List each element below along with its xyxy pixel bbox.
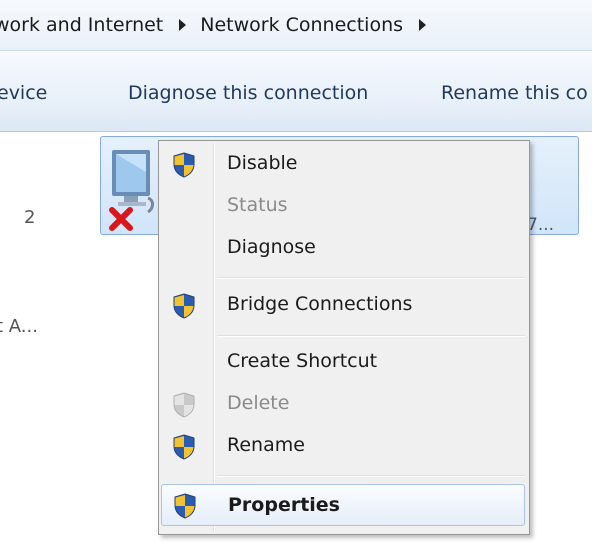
menu-item-properties[interactable]: Properties <box>161 484 525 526</box>
menu-item-label: Bridge Connections <box>227 293 413 315</box>
menu-item-rename[interactable]: Rename <box>161 427 525 465</box>
breadcrumb-arrow-icon[interactable] <box>179 19 187 31</box>
menu-item-label: Status <box>227 194 288 216</box>
context-menu: Disable Status Diagnose Bridge Connectio… <box>158 140 530 535</box>
breadcrumb: work and Internet Network Connections <box>0 13 440 37</box>
toolbar-device-button[interactable]: evice <box>0 82 47 104</box>
menu-item-delete[interactable]: Delete <box>161 385 525 423</box>
address-bar[interactable]: work and Internet Network Connections <box>0 0 592 51</box>
menu-item-diagnose[interactable]: Diagnose <box>161 229 525 267</box>
menu-item-label: Delete <box>227 392 290 414</box>
list-item-text: t A... <box>0 316 38 337</box>
command-toolbar: evice Diagnose this connection Rename th… <box>0 51 592 132</box>
menu-separator <box>217 277 525 279</box>
menu-item-disable[interactable]: Disable <box>161 145 525 183</box>
menu-separator <box>217 475 525 477</box>
rename-connection-button[interactable]: Rename this co <box>441 82 588 104</box>
red-x-icon <box>109 207 133 231</box>
menu-item-create-shortcut[interactable]: Create Shortcut <box>161 343 525 381</box>
menu-item-bridge-connections[interactable]: Bridge Connections <box>161 286 525 324</box>
menu-item-label: Rename <box>227 434 305 456</box>
uac-shield-icon <box>173 152 195 178</box>
menu-item-label: Properties <box>228 494 340 516</box>
connection-detail-text: 7... <box>527 215 555 235</box>
uac-shield-icon <box>173 434 195 460</box>
uac-shield-icon <box>174 493 196 519</box>
uac-shield-icon <box>173 392 195 418</box>
menu-item-label: Disable <box>227 152 298 174</box>
breadcrumb-item-network-connections[interactable]: Network Connections <box>200 14 403 36</box>
menu-separator <box>217 335 525 337</box>
breadcrumb-item-network-and-internet[interactable]: work and Internet <box>0 14 163 36</box>
uac-shield-icon <box>173 293 195 319</box>
menu-item-label: Diagnose <box>227 236 316 258</box>
diagnose-connection-button[interactable]: Diagnose this connection <box>128 82 368 104</box>
list-item-text: 2 <box>24 207 36 228</box>
breadcrumb-arrow-icon[interactable] <box>419 19 427 31</box>
menu-item-status[interactable]: Status <box>161 187 525 225</box>
menu-item-label: Create Shortcut <box>227 350 378 372</box>
